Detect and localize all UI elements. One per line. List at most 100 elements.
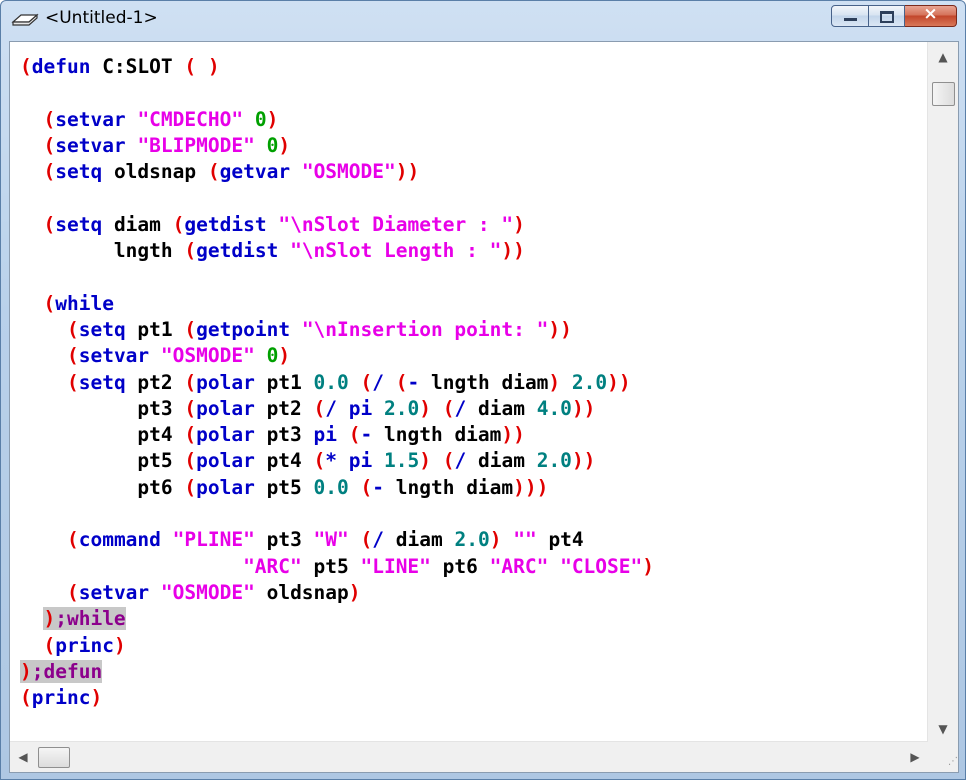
code-line[interactable]: (setvar "OSMODE" oldsnap)	[20, 580, 654, 606]
code-token: "\nSlot Length : "	[290, 239, 502, 263]
code-line[interactable]: (princ)	[20, 685, 654, 711]
code-token: (	[184, 449, 197, 473]
code-editor[interactable]: (defun C:SLOT ( ) (setvar "CMDECHO" 0) (…	[9, 41, 959, 773]
code-line[interactable]: "ARC" pt5 "LINE" pt6 "ARC" "CLOSE")	[20, 554, 654, 580]
code-token: 0	[266, 133, 279, 157]
code-token: oldsnap	[102, 160, 208, 184]
code-token: pt2	[125, 370, 185, 394]
code-token: 2.0	[536, 449, 572, 473]
code-line[interactable]: pt6 (polar pt5 0.0 (- lngth diam)))	[20, 475, 654, 501]
code-token: (	[43, 633, 56, 657]
scroll-left-icon[interactable]: ◀	[10, 742, 36, 772]
code-line[interactable]: (command "PLINE" pt3 "W" (/ diam 2.0) ""…	[20, 527, 654, 553]
code-token: pt4	[20, 423, 185, 447]
code-line[interactable]: (setq oldsnap (getvar "OSMODE"))	[20, 159, 654, 185]
code-token: "CLOSE"	[560, 554, 643, 578]
horizontal-scroll-thumb[interactable]	[38, 747, 70, 768]
code-line[interactable]: (setvar "BLIPMODE" 0)	[20, 133, 654, 159]
resize-grip-icon[interactable]: ⋰	[928, 742, 958, 772]
code-area[interactable]: (defun C:SLOT ( ) (setvar "CMDECHO" 0) (…	[20, 54, 654, 711]
scroll-down-icon[interactable]: ▼	[928, 716, 958, 742]
code-token: )	[20, 659, 32, 683]
vertical-scroll-thumb[interactable]	[932, 82, 955, 106]
code-line[interactable]: (while	[20, 291, 654, 317]
code-token: (	[66, 580, 79, 604]
code-token: (	[442, 396, 455, 420]
code-line[interactable]: (setvar "OSMODE" 0)	[20, 343, 654, 369]
code-token: "OSMODE"	[160, 580, 255, 604]
scroll-up-icon[interactable]: ▲	[928, 44, 958, 70]
close-button[interactable]: ×	[905, 4, 957, 27]
code-token: "CMDECHO"	[137, 107, 244, 131]
code-token: getdist	[196, 239, 279, 263]
code-line[interactable]	[20, 501, 654, 527]
maximize-button[interactable]	[869, 5, 905, 27]
code-line[interactable]	[20, 264, 654, 290]
code-token: )))	[513, 475, 549, 499]
code-line[interactable]	[20, 185, 654, 211]
code-token: ))	[548, 317, 572, 341]
code-line[interactable]: pt3 (polar pt2 (/ pi 2.0) (/ diam 4.0))	[20, 396, 654, 422]
code-token: pt3	[254, 528, 314, 552]
code-token: 0	[254, 107, 267, 131]
code-token: (	[360, 475, 373, 499]
code-line[interactable]	[20, 80, 654, 106]
code-line[interactable]: pt4 (polar pt3 pi (- lngth diam))	[20, 422, 654, 448]
code-token: C:SLOT	[90, 55, 185, 78]
code-token: (	[348, 423, 361, 447]
code-token: (	[184, 370, 197, 394]
horizontal-scrollbar[interactable]: ◀ ▶	[10, 741, 928, 772]
code-line[interactable]: (setvar "CMDECHO" 0)	[20, 107, 654, 133]
code-token: pt2	[254, 396, 314, 420]
code-token: lngth diam	[419, 370, 549, 394]
code-line[interactable]: );defun	[20, 659, 654, 685]
code-token: diam	[466, 396, 537, 420]
code-line[interactable]: );while	[20, 606, 654, 632]
code-token: /	[372, 370, 385, 394]
title-bar[interactable]: <Untitled-1> ×	[1, 1, 965, 37]
code-line[interactable]: pt5 (polar pt4 (* pi 1.5) (/ diam 2.0))	[20, 448, 654, 474]
code-token: )	[548, 370, 561, 394]
code-token: (	[172, 212, 185, 236]
code-line[interactable]: (princ)	[20, 633, 654, 659]
code-line[interactable]: (setq pt2 (polar pt1 0.0 (/ (- lngth dia…	[20, 370, 654, 396]
code-token: diam	[384, 528, 455, 552]
code-line[interactable]: (setq pt1 (getpoint "\nInsertion point: …	[20, 317, 654, 343]
code-token: (	[184, 423, 197, 447]
code-token: "ARC"	[243, 554, 302, 578]
code-line[interactable]: (defun C:SLOT ( )	[20, 54, 654, 80]
code-token: )	[266, 107, 279, 131]
vertical-scrollbar[interactable]: ▲ ▼	[927, 42, 958, 742]
scroll-right-icon[interactable]: ▶	[902, 742, 928, 772]
code-line[interactable]: (setq diam (getdist "\nSlot Diameter : "…	[20, 212, 654, 238]
code-token: pi	[313, 423, 338, 447]
code-token: )	[90, 686, 103, 710]
code-token: ;while	[55, 607, 126, 631]
code-token: "\nSlot Diameter : "	[278, 212, 514, 236]
code-token: )	[113, 633, 126, 657]
code-token: ))	[571, 396, 596, 420]
code-line[interactable]: lngth (getdist "\nSlot Length : "))	[20, 238, 654, 264]
minimize-button[interactable]	[831, 5, 869, 27]
code-token: 2.0	[454, 528, 490, 552]
code-token: )	[278, 133, 291, 157]
code-token: 2.0	[384, 396, 420, 420]
code-token: )	[513, 212, 525, 236]
code-token: ""	[513, 528, 537, 552]
code-token: )	[419, 449, 431, 473]
